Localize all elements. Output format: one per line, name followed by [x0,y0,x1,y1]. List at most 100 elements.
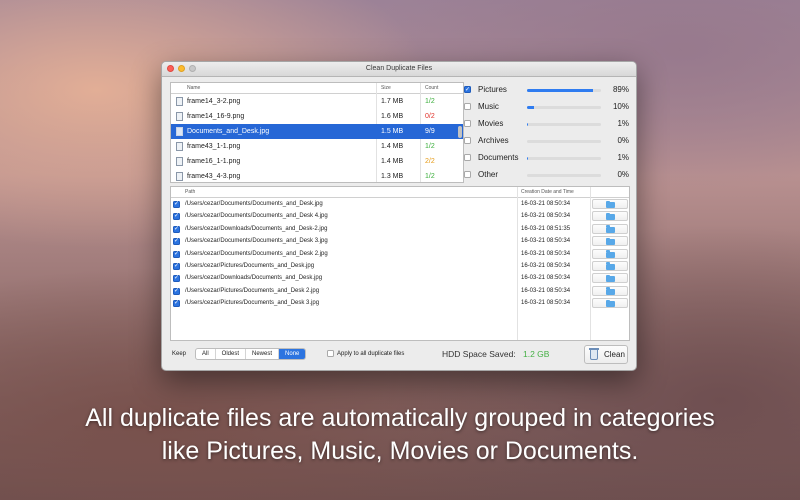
file-path: /Users/cezar/Pictures/Documents_and_Desk… [185,262,315,269]
category-item[interactable]: Other 0% [464,167,629,184]
folder-icon [606,262,615,270]
keep-option-all[interactable]: All [196,349,216,359]
file-name: frame14_16-9.png [187,113,245,120]
minimize-button[interactable] [178,65,185,72]
category-item[interactable]: Music 10% [464,99,629,116]
category-item[interactable]: Movies 1% [464,116,629,133]
path-row[interactable]: ✓ /Users/cezar/Documents/Documents_and_De… [171,248,629,260]
path-row[interactable]: ✓ /Users/cezar/Documents/Documents_and_De… [171,210,629,222]
close-button[interactable] [167,65,174,72]
image-file-icon [176,97,183,106]
file-row[interactable]: frame16_1-1.png 1.4 MB 2/2 [171,154,463,169]
window-title: Clean Duplicate Files [365,65,433,72]
reveal-in-finder-button[interactable] [592,273,628,284]
category-label: Other [478,170,499,179]
file-row[interactable]: frame14_3-2.png 1.7 MB 1/2 [171,94,463,109]
clean-button[interactable]: Clean [584,345,628,364]
path-checkbox[interactable]: ✓ [173,275,180,283]
category-checkbox[interactable] [464,154,471,161]
name-column-header[interactable]: Name [187,85,200,91]
title-bar: Clean Duplicate Files [162,62,636,77]
reveal-in-finder-button[interactable] [592,199,628,209]
category-progress-fill [527,106,535,109]
category-checkbox[interactable]: ✓ [464,86,471,93]
category-item[interactable]: ✓ Pictures 89% [464,82,629,99]
files-scrollbar[interactable] [458,126,462,138]
path-checkbox[interactable]: ✓ [173,300,180,308]
path-row[interactable]: ✓ /Users/cezar/Pictures/Documents_and_Des… [171,297,629,309]
caption-line-1: All duplicate files are automatically gr… [85,404,715,432]
category-progress-bar [527,89,601,92]
reveal-in-finder-button[interactable] [592,285,628,296]
size-column-header[interactable]: Size [381,85,391,91]
creation-date: 16-03-21 08:50:34 [521,262,571,269]
path-row[interactable]: ✓ /Users/cezar/Downloads/Documents_and_De… [171,272,629,284]
date-column-header[interactable]: Creation Date and Time [521,189,574,195]
folder-icon [606,287,615,295]
image-file-icon [176,142,183,151]
category-checkbox[interactable] [464,171,471,178]
path-row[interactable]: ✓ /Users/cezar/Documents/Documents_and_De… [171,235,629,247]
path-row[interactable]: ✓ /Users/cezar/Documents/Documents_and_De… [171,198,629,210]
caption-line-2: like Pictures, Music, Movies or Document… [161,437,639,465]
path-checkbox[interactable]: ✓ [173,225,180,233]
category-checkbox[interactable] [464,137,471,144]
duplicate-files-table: Name Size Count frame14_3-2.png 1.7 MB 1/2… [170,82,464,183]
path-row[interactable]: ✓ /Users/cezar/Pictures/Documents_and_Des… [171,260,629,272]
keep-option-oldest[interactable]: Oldest [216,349,247,359]
zoom-button[interactable] [189,65,196,72]
file-row[interactable]: frame14_16-9.png 1.6 MB 0/2 [171,109,463,124]
hdd-space-saved-label: HDD Space Saved: [442,349,516,359]
path-row[interactable]: ✓ /Users/cezar/Pictures/Documents_and_Des… [171,285,629,297]
creation-date: 16-03-21 08:50:34 [521,213,571,220]
path-checkbox[interactable]: ✓ [173,238,180,246]
file-path: /Users/cezar/Pictures/Documents_and_Desk… [185,287,320,294]
file-row[interactable]: frame43_4-3.png 1.3 MB 1/2 [171,169,463,182]
path-checkbox[interactable]: ✓ [173,250,180,258]
creation-date: 16-03-21 08:50:34 [521,250,571,257]
folder-icon [606,299,615,308]
reveal-in-finder-button[interactable] [592,260,628,271]
keep-option-newest[interactable]: Newest [246,349,280,359]
category-checkbox[interactable] [464,103,471,110]
path-checkbox[interactable]: ✓ [173,201,180,208]
folder-icon [606,225,615,233]
keep-option-none[interactable]: None [279,349,306,359]
path-checkbox[interactable]: ✓ [173,213,180,221]
file-path: /Users/cezar/Documents/Documents_and_Des… [185,213,328,220]
file-size: 1.6 MB [381,113,404,120]
file-path: /Users/cezar/Pictures/Documents_and_Desk… [185,300,320,307]
image-file-icon [176,172,183,181]
file-path: /Users/cezar/Documents/Documents_and_Des… [185,238,328,245]
reveal-in-finder-button[interactable] [592,248,628,259]
image-file-icon [176,127,183,136]
category-item[interactable]: Archives 0% [464,133,629,150]
paths-table-header: Path Creation Date and Time [171,187,629,198]
reveal-in-finder-button[interactable] [592,211,628,222]
path-checkbox[interactable]: ✓ [173,262,180,270]
category-percent: 10% [612,102,629,111]
folder-icon [606,200,615,208]
file-size: 1.3 MB [381,173,404,180]
creation-date: 16-03-21 08:50:34 [521,238,571,245]
reveal-in-finder-button[interactable] [592,236,628,247]
file-row[interactable]: Documents_and_Desk.jpg 1.5 MB 9/9 [171,124,463,139]
category-progress-bar [527,106,601,109]
category-item[interactable]: Documents 1% [464,150,629,167]
count-column-header[interactable]: Count [425,85,438,91]
category-label: Music [478,102,499,111]
file-path: /Users/cezar/Documents/Documents_and_Des… [185,201,323,207]
file-row[interactable]: frame43_1-1.png 1.4 MB 1/2 [171,139,463,154]
category-label: Documents [478,153,519,162]
reveal-in-finder-button[interactable] [592,223,628,234]
path-checkbox[interactable]: ✓ [173,287,180,295]
path-row[interactable]: ✓ /Users/cezar/Downloads/Documents_and_De… [171,223,629,235]
category-checkbox[interactable] [464,120,471,127]
creation-date: 16-03-21 08:50:34 [521,287,571,294]
reveal-in-finder-button[interactable] [592,298,628,309]
apply-to-all-checkbox[interactable] [327,350,334,357]
path-column-header[interactable]: Path [185,189,195,195]
folder-icon [606,250,615,258]
promo-caption: All duplicate files are automatically gr… [0,402,800,468]
apply-to-all-label[interactable]: Apply to all duplicate files [337,351,404,357]
